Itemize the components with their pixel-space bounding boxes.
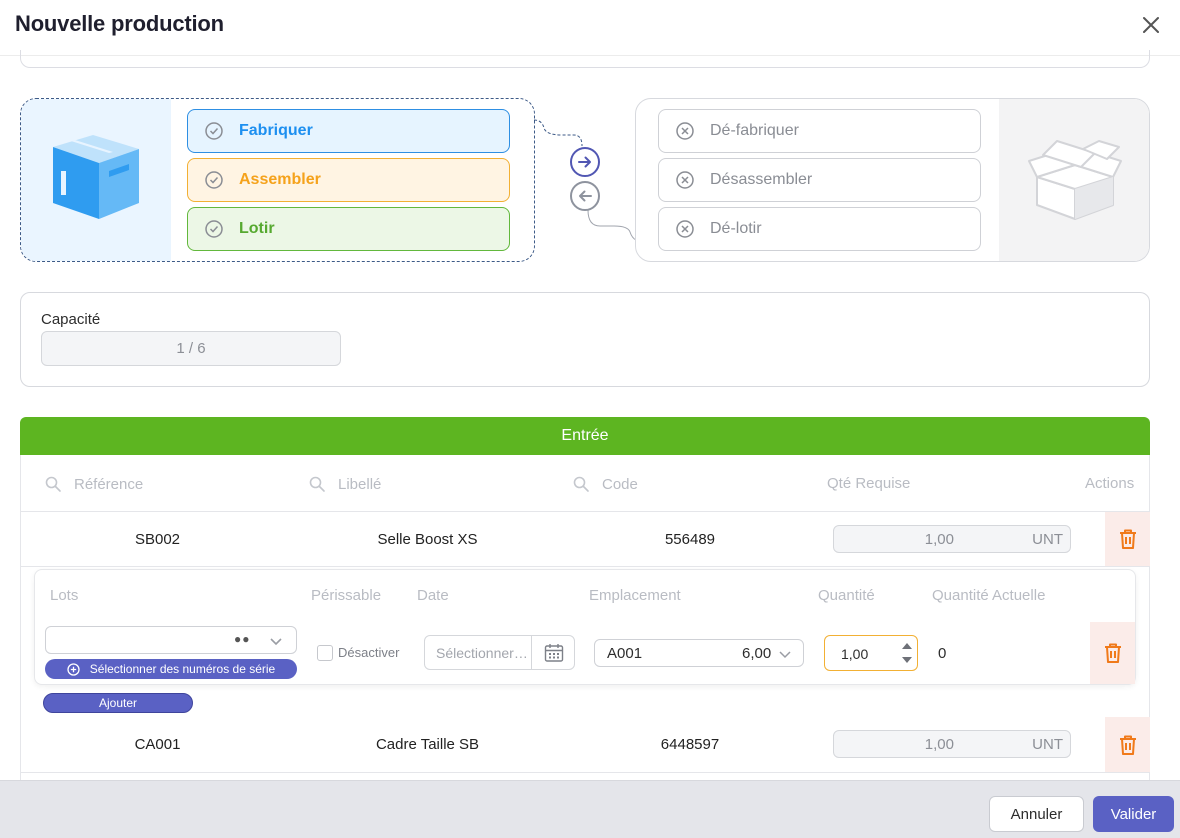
mode-label: Désassembler bbox=[710, 171, 813, 188]
search-icon bbox=[573, 476, 589, 492]
check-circle-icon bbox=[204, 121, 224, 141]
validate-button[interactable]: Valider bbox=[1093, 796, 1174, 832]
loading-dots-icon: ●● bbox=[234, 632, 251, 646]
lot-select[interactable]: ●● bbox=[45, 626, 297, 654]
row-qty-required: 1,00 UNT bbox=[833, 730, 1071, 758]
arrow-left-icon[interactable] bbox=[570, 181, 600, 211]
capacity-label: Capacité bbox=[41, 311, 101, 328]
column-qty-required: Qté Requise bbox=[827, 475, 911, 492]
row-divider bbox=[20, 566, 1150, 567]
row-code: 556489 bbox=[664, 531, 716, 548]
row-label: Cadre Taille SB bbox=[375, 736, 480, 753]
mode-label: Assembler bbox=[239, 171, 321, 188]
capacity-card: Capacité 1 / 6 bbox=[20, 292, 1150, 387]
column-code[interactable]: Code bbox=[572, 475, 638, 493]
previous-card-edge bbox=[20, 50, 1150, 68]
row-reference: CA001 bbox=[134, 736, 181, 753]
trash-icon bbox=[1104, 643, 1121, 663]
location-available-qty: 6,00 bbox=[742, 645, 772, 662]
close-icon[interactable] bbox=[1138, 12, 1164, 38]
mode-lotir-button[interactable]: Lotir bbox=[187, 207, 510, 251]
box-open-icon bbox=[999, 99, 1149, 261]
mode-label: Lotir bbox=[239, 220, 275, 237]
box-closed-icon bbox=[21, 99, 171, 261]
production-mode-group: Fabriquer Assembler Lotir bbox=[20, 98, 535, 262]
column-actions: Actions bbox=[1085, 475, 1135, 492]
dialog-header: Nouvelle production bbox=[0, 0, 1180, 56]
row-divider bbox=[20, 772, 1150, 773]
chevron-down-icon bbox=[270, 638, 282, 646]
check-circle-icon bbox=[204, 219, 224, 239]
row-qty-required: 1,00 UNT bbox=[833, 525, 1071, 553]
x-circle-icon bbox=[675, 121, 695, 141]
date-placeholder: Sélectionner une date bbox=[436, 645, 531, 661]
column-libelle[interactable]: Libellé bbox=[308, 475, 381, 493]
quantity-stepper[interactable]: 1,00 bbox=[824, 635, 918, 671]
date-field[interactable]: Sélectionner une date bbox=[424, 635, 575, 670]
mode-label: Dé-lotir bbox=[710, 220, 762, 237]
mode-connector bbox=[534, 119, 636, 241]
mode-delotir-button[interactable]: Dé-lotir bbox=[658, 207, 981, 251]
capacity-value: 1 / 6 bbox=[41, 331, 341, 366]
chevron-down-icon bbox=[779, 651, 791, 659]
lots-col-location: Emplacement bbox=[589, 587, 681, 604]
location-code: A001 bbox=[607, 645, 643, 662]
row-divider bbox=[20, 511, 1150, 512]
mode-label: Fabriquer bbox=[239, 122, 313, 139]
mode-defabriquer-button[interactable]: Dé-fabriquer bbox=[658, 109, 981, 153]
add-lot-button[interactable]: Ajouter bbox=[43, 693, 193, 713]
row-code: 6448597 bbox=[660, 736, 720, 753]
x-circle-icon bbox=[675, 219, 695, 239]
entry-section-header: Entrée bbox=[20, 417, 1150, 455]
select-serial-numbers-button[interactable]: Sélectionner des numéros de série bbox=[45, 659, 297, 679]
delete-lot-button[interactable] bbox=[1090, 622, 1135, 684]
lots-col-perishable: Périssable bbox=[311, 587, 382, 604]
x-circle-icon bbox=[675, 170, 695, 190]
lots-col-current-quantity: Quantité Actuelle bbox=[932, 587, 1046, 604]
mode-fabriquer-button[interactable]: Fabriquer bbox=[187, 109, 510, 153]
lots-col-quantity: Quantité bbox=[818, 587, 875, 604]
trash-icon bbox=[1119, 735, 1136, 755]
plus-circle-icon bbox=[67, 662, 80, 676]
lots-col-date: Date bbox=[417, 587, 449, 604]
reverse-mode-group: Dé-fabriquer Désassembler Dé-lotir bbox=[635, 98, 1150, 262]
row-label: Selle Boost XS bbox=[377, 531, 478, 548]
dialog-title: Nouvelle production bbox=[15, 11, 224, 36]
search-icon bbox=[309, 476, 325, 492]
column-reference[interactable]: Référence bbox=[44, 475, 143, 493]
trash-icon bbox=[1119, 529, 1136, 549]
arrow-right-icon[interactable] bbox=[570, 147, 600, 177]
lots-col-lots: Lots bbox=[50, 587, 79, 604]
disable-perishable-checkbox[interactable] bbox=[317, 645, 333, 661]
search-icon bbox=[45, 476, 61, 492]
disable-perishable-label: Désactiver bbox=[338, 645, 400, 660]
calendar-icon[interactable] bbox=[531, 636, 575, 669]
location-select[interactable]: A001 6,00 bbox=[594, 639, 804, 667]
row-reference: SB002 bbox=[134, 531, 181, 548]
delete-row-button[interactable] bbox=[1105, 717, 1150, 772]
stepper-arrows-icon bbox=[902, 643, 912, 663]
mode-desassembler-button[interactable]: Désassembler bbox=[658, 158, 981, 202]
cancel-button[interactable]: Annuler bbox=[989, 796, 1084, 832]
mode-assembler-button[interactable]: Assembler bbox=[187, 158, 510, 202]
delete-row-button[interactable] bbox=[1105, 512, 1150, 566]
current-quantity: 0 bbox=[938, 645, 947, 662]
check-circle-icon bbox=[204, 170, 224, 190]
mode-label: Dé-fabriquer bbox=[710, 122, 799, 139]
